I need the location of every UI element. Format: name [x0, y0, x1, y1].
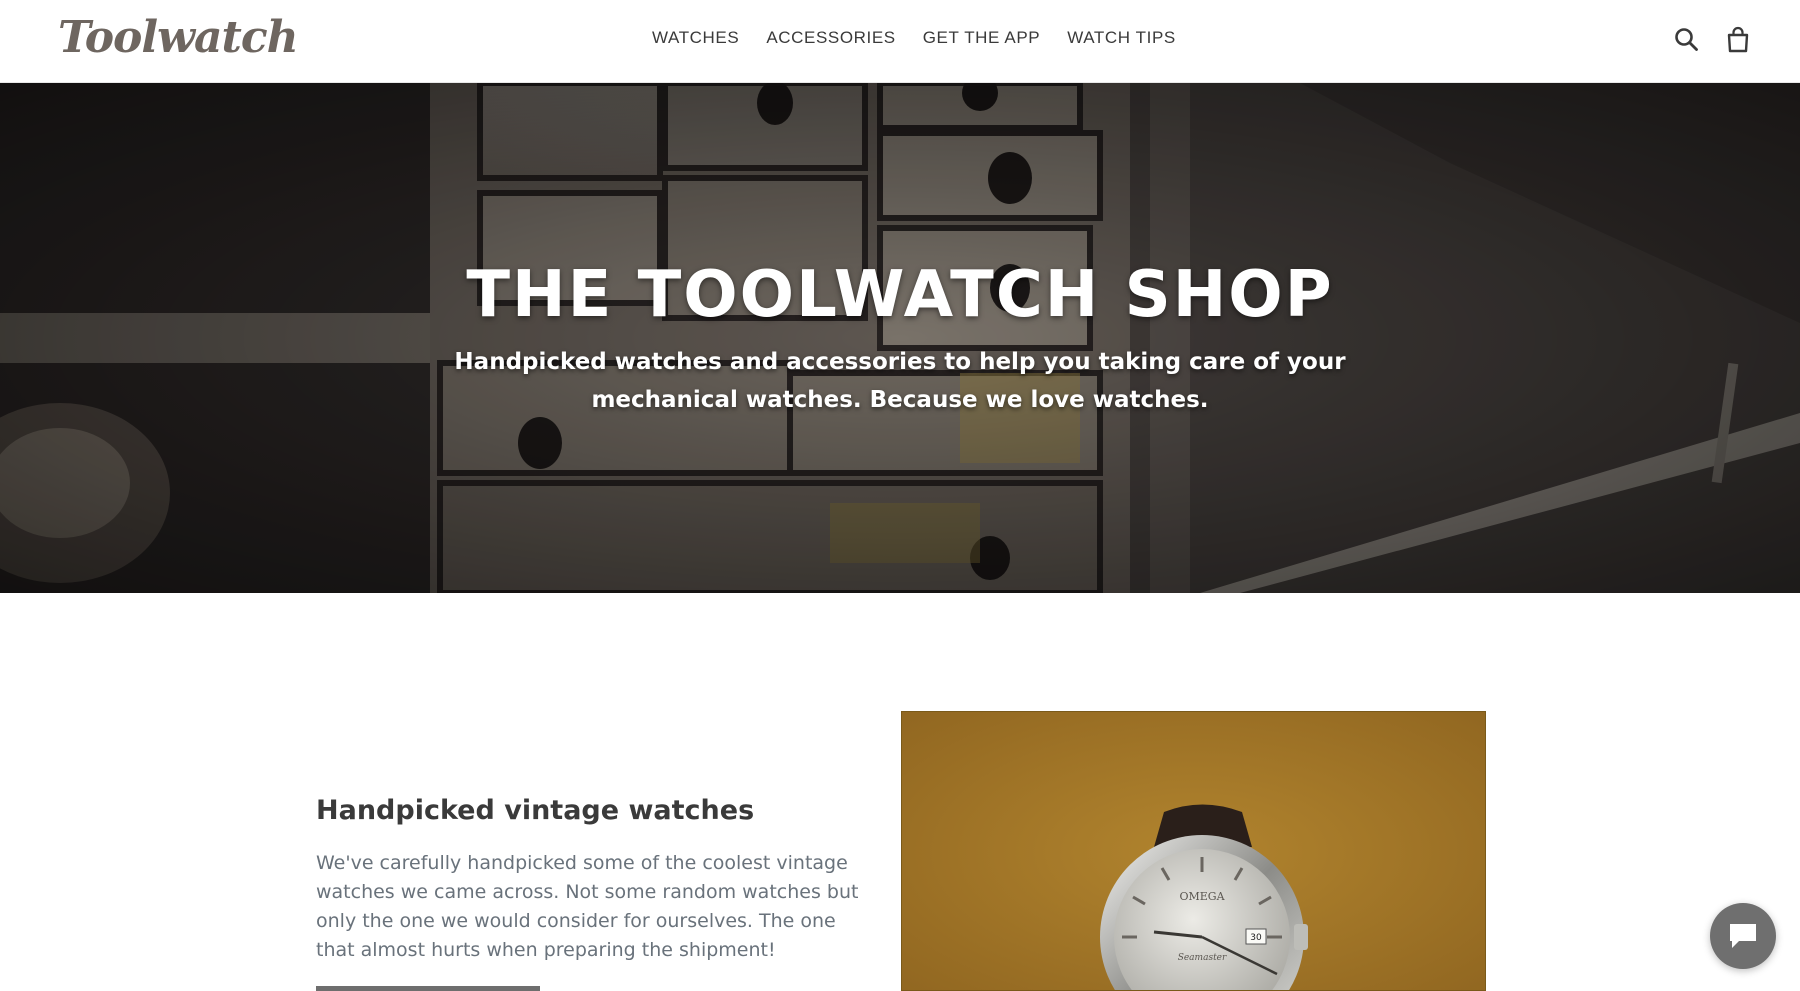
hero-background-image [0, 83, 1800, 593]
nav-item-watch-tips[interactable]: WATCH TIPS [1067, 28, 1176, 48]
main-nav: WATCHES ACCESSORIES GET THE APP WATCH TI… [652, 28, 1203, 48]
watch-date-window: 30 [1250, 933, 1262, 943]
chat-bubble-icon [1730, 924, 1756, 948]
site-header: Toolwatch WATCHES ACCESSORIES GET THE AP… [0, 0, 1800, 83]
hero-title: THE TOOLWATCH SHOP [466, 258, 1334, 332]
search-icon[interactable] [1674, 26, 1700, 54]
nav-item-get-the-app[interactable]: GET THE APP [923, 28, 1040, 48]
chat-launcher-button[interactable] [1710, 903, 1776, 969]
cart-icon[interactable] [1725, 26, 1751, 54]
nav-item-watches[interactable]: WATCHES [652, 28, 739, 48]
hero-banner: THE TOOLWATCH SHOP Handpicked watches an… [0, 83, 1800, 593]
watch-brand-text: OMEGA [1179, 890, 1225, 903]
feature-cta-button[interactable] [316, 986, 540, 991]
watch-model-text: Seamaster [1178, 953, 1227, 963]
feature-title: Handpicked vintage watches [316, 795, 755, 826]
hero-subtitle: Handpicked watches and accessories to he… [454, 349, 1346, 413]
nav-item-accessories[interactable]: ACCESSORIES [766, 28, 895, 48]
feature-description: We've carefully handpicked some of the c… [316, 852, 859, 961]
site-logo[interactable]: Toolwatch [58, 12, 299, 63]
vintage-watch-image: OMEGA Seamaster 30 [901, 711, 1486, 991]
